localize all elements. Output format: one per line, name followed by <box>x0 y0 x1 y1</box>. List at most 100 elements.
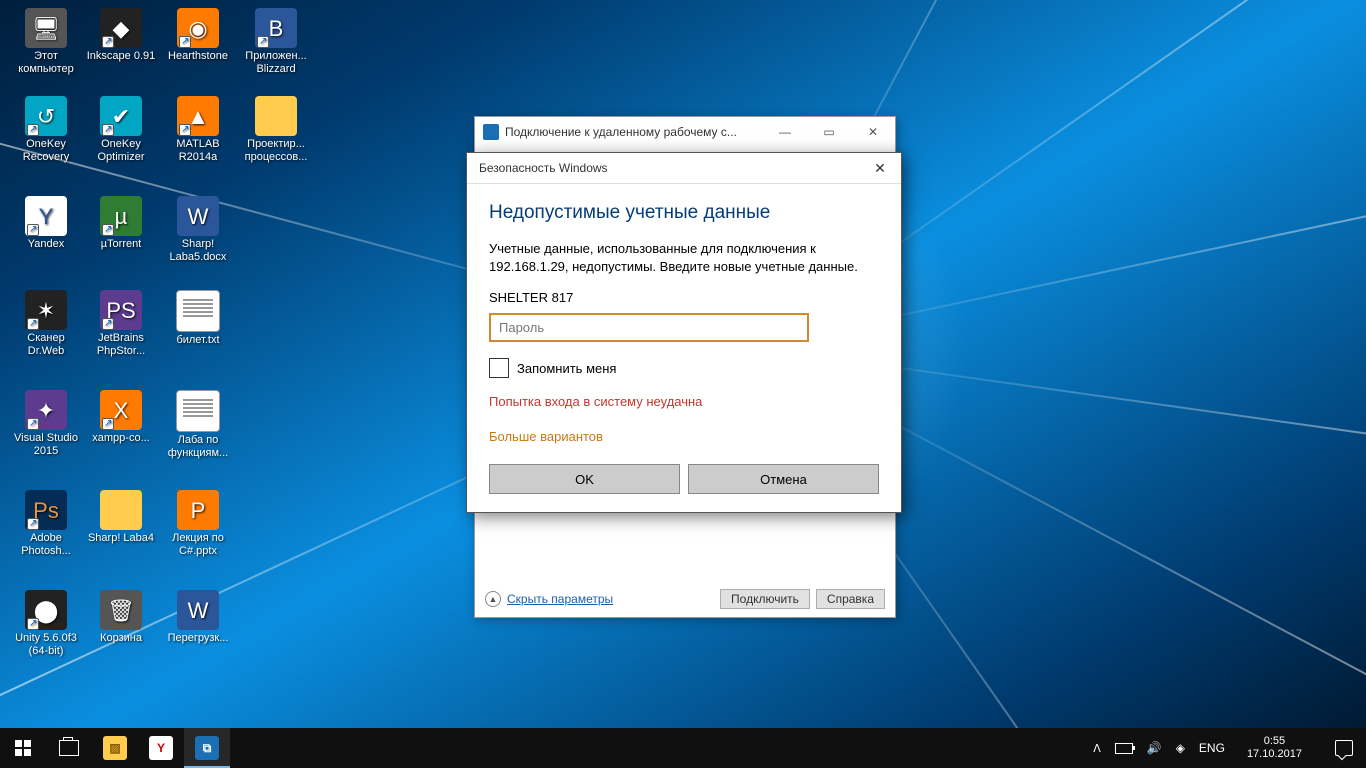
shortcut-overlay-icon <box>102 418 114 430</box>
desktop-icon-label: OneKey Optimizer <box>85 138 157 164</box>
shortcut-overlay-icon <box>27 224 39 236</box>
shortcut-overlay-icon <box>27 618 39 630</box>
desktop-icon[interactable]: YYandex <box>10 196 82 251</box>
desktop-icon-label: Приложен... Blizzard <box>240 50 312 76</box>
minimize-button[interactable]: — <box>763 117 807 147</box>
desktop-icon[interactable]: ◉ Hearthstone <box>162 8 234 63</box>
connect-button[interactable]: Подключить <box>720 589 810 609</box>
task-view-button[interactable] <box>46 728 92 768</box>
app-icon: P <box>177 490 219 530</box>
app-icon: ◆ <box>100 8 142 48</box>
security-title: Безопасность Windows <box>479 161 859 175</box>
battery-icon[interactable] <box>1115 743 1133 754</box>
app-icon: ▲ <box>177 96 219 136</box>
desktop-icon[interactable]: ▲MATLAB R2014a <box>162 96 234 164</box>
shortcut-overlay-icon <box>27 418 39 430</box>
desktop-icon[interactable]: Проектир... процессов... <box>240 96 312 164</box>
file-explorer-taskbar[interactable]: ▨ <box>92 728 138 768</box>
desktop-icon-label: Лаба по функциям... <box>162 434 234 460</box>
shortcut-overlay-icon <box>257 36 269 48</box>
shortcut-overlay-icon <box>102 318 114 330</box>
help-button[interactable]: Справка <box>816 589 885 609</box>
desktop-icon[interactable]: ✔OneKey Optimizer <box>85 96 157 164</box>
desktop-icon-label: Сканер Dr.Web <box>10 332 82 358</box>
desktop-icon[interactable]: Xxampp-co... <box>85 390 157 445</box>
desktop-icon[interactable]: ✶Сканер Dr.Web <box>10 290 82 358</box>
shortcut-overlay-icon <box>102 36 114 48</box>
error-message: Попытка входа в систему неудачна <box>489 394 879 409</box>
wifi-icon[interactable]: ◈ <box>1176 741 1185 755</box>
app-icon: X <box>100 390 142 430</box>
app-icon <box>176 290 220 332</box>
ok-button[interactable]: OK <box>489 464 680 494</box>
app-icon: W <box>177 590 219 630</box>
taskbar: ▨ Y ⧉ ᐱ 🔊 ◈ ENG 0:55 17.10.2017 <box>0 728 1366 768</box>
remember-me-row[interactable]: Запомнить меня <box>489 358 879 378</box>
close-button[interactable]: ✕ <box>859 153 901 183</box>
app-icon: B <box>255 8 297 48</box>
maximize-button[interactable]: ▭ <box>807 117 851 147</box>
start-button[interactable] <box>0 728 46 768</box>
app-icon: ✔ <box>100 96 142 136</box>
app-icon: ◉ <box>177 8 219 48</box>
desktop-icon-label: Проектир... процессов... <box>240 138 312 164</box>
app-icon: ⬤ <box>25 590 67 630</box>
chevron-up-icon: ▲ <box>485 591 501 607</box>
desktop-icon-label: JetBrains PhpStor... <box>85 332 157 358</box>
password-input[interactable] <box>489 313 809 342</box>
hide-params-link[interactable]: ▲ Скрыть параметры <box>485 591 714 607</box>
desktop-icon-label: Перегрузк... <box>162 632 234 645</box>
desktop-icon[interactable]: PsAdobe Photosh... <box>10 490 82 558</box>
desktop-icon-label: OneKey Recovery <box>10 138 82 164</box>
desktop-icon-label: билет.txt <box>162 334 234 347</box>
desktop-icon[interactable]: Sharp! Laba4 <box>85 490 157 545</box>
rdp-title: Подключение к удаленному рабочему с... <box>505 125 763 139</box>
language-indicator[interactable]: ENG <box>1199 741 1225 755</box>
desktop-icon-label: Этот компьютер <box>10 50 82 76</box>
security-dialog: Безопасность Windows ✕ Недопустимые учет… <box>466 152 902 513</box>
desktop-icon[interactable]: PSJetBrains PhpStor... <box>85 290 157 358</box>
desktop-icon[interactable]: WSharp! Laba5.docx <box>162 196 234 264</box>
rdp-taskbar[interactable]: ⧉ <box>184 728 230 768</box>
yandex-taskbar[interactable]: Y <box>138 728 184 768</box>
app-icon: 🖥 <box>25 8 67 48</box>
desktop-icon[interactable]: BПриложен... Blizzard <box>240 8 312 76</box>
security-heading: Недопустимые учетные данные <box>489 202 879 224</box>
security-titlebar[interactable]: Безопасность Windows ✕ <box>467 153 901 184</box>
action-center-button[interactable] <box>1324 728 1364 768</box>
desktop-icon[interactable]: ✦Visual Studio 2015 <box>10 390 82 458</box>
shortcut-overlay-icon <box>27 318 39 330</box>
shortcut-overlay-icon <box>27 124 39 136</box>
desktop-icon[interactable]: ⬤Unity 5.6.0f3 (64-bit) <box>10 590 82 658</box>
app-icon <box>255 96 297 136</box>
desktop-icon[interactable]: билет.txt <box>162 290 234 347</box>
more-options-link[interactable]: Больше вариантов <box>489 429 879 444</box>
desktop-icon[interactable]: 🗑Корзина <box>85 590 157 645</box>
app-icon: ↺ <box>25 96 67 136</box>
remember-me-checkbox[interactable] <box>489 358 509 378</box>
tray-overflow-icon[interactable]: ᐱ <box>1093 742 1101 755</box>
shortcut-overlay-icon <box>27 518 39 530</box>
app-icon: Ps <box>25 490 67 530</box>
desktop-icon-label: Лекция по C#.pptx <box>162 532 234 558</box>
desktop-icon[interactable]: 🖥Этот компьютер <box>10 8 82 76</box>
close-button[interactable]: ✕ <box>851 117 895 147</box>
desktop-icon-label: Adobe Photosh... <box>10 532 82 558</box>
rdp-titlebar[interactable]: Подключение к удаленному рабочему с... —… <box>475 117 895 147</box>
desktop-icon[interactable]: Лаба по функциям... <box>162 390 234 460</box>
clock[interactable]: 0:55 17.10.2017 <box>1239 735 1310 761</box>
desktop-icon[interactable]: ◆Inkscape 0.91 <box>85 8 157 63</box>
desktop-icon-label: µTorrent <box>85 238 157 251</box>
remember-me-label: Запомнить меня <box>517 361 616 376</box>
desktop-icon-label: Hearthstone <box>162 50 234 63</box>
volume-icon[interactable]: 🔊 <box>1147 741 1162 755</box>
clock-time: 0:55 <box>1247 735 1302 748</box>
desktop-icon[interactable]: ↺OneKey Recovery <box>10 96 82 164</box>
windows-logo-icon <box>15 740 31 756</box>
desktop-icon[interactable]: PЛекция по C#.pptx <box>162 490 234 558</box>
cancel-button[interactable]: Отмена <box>688 464 879 494</box>
desktop-icon-label: Sharp! Laba4 <box>85 532 157 545</box>
desktop-icon[interactable]: µµTorrent <box>85 196 157 251</box>
desktop-icon[interactable]: W Перегрузк... <box>162 590 234 645</box>
app-icon: ✦ <box>25 390 67 430</box>
